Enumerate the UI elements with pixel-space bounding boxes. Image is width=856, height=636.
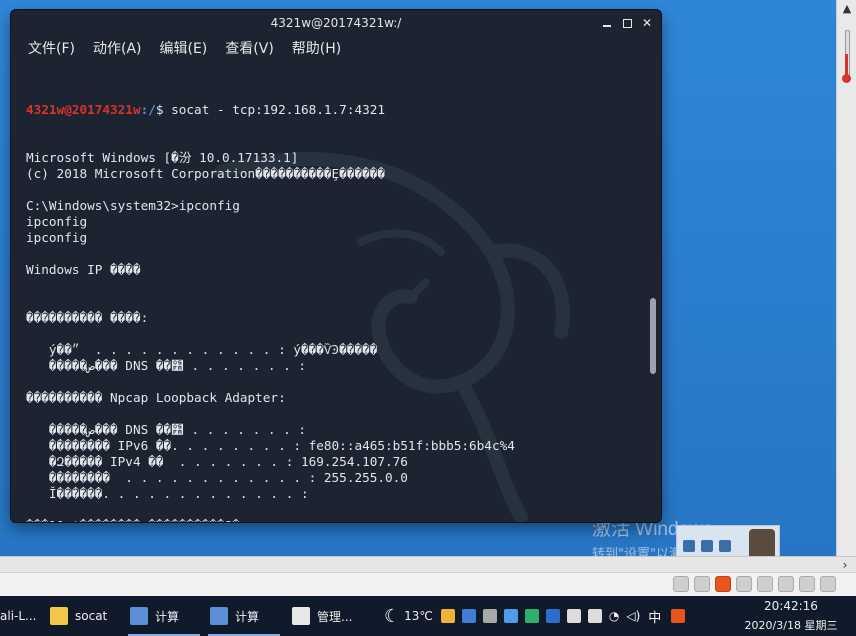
- taskbar: ali-L... socat 计算 计算 管理... ☾ 13℃ ◔ ◁) 中 …: [0, 596, 856, 636]
- usb-icon[interactable]: [566, 609, 581, 623]
- vm-status-bar: [0, 572, 856, 597]
- thermometer-icon: [842, 30, 851, 86]
- terminal-text: 4321w@20174321w:/$ socat - tcp:192.168.1…: [26, 70, 515, 522]
- task-socat[interactable]: socat: [44, 596, 124, 636]
- usb-icon[interactable]: [736, 576, 752, 592]
- system-clock[interactable]: 20:42:16 2020/3/18 星期三: [736, 596, 846, 636]
- shield-icon[interactable]: [461, 609, 476, 623]
- manage-icon: [292, 607, 310, 625]
- close-icon[interactable]: ✕: [639, 15, 655, 31]
- terminal-line: ���������� Npcap Loopback Adapter:: [26, 390, 286, 405]
- task-label: 计算: [155, 609, 180, 624]
- sogou-icon[interactable]: [671, 609, 686, 623]
- window-title: 4321w@20174321w:/: [270, 16, 402, 30]
- prompt-command: $ socat - tcp:192.168.1.7:4321: [155, 102, 386, 117]
- clock-date: 2020/3/18 星期三: [744, 619, 838, 632]
- moon-icon: ☾: [384, 605, 401, 627]
- maximize-icon[interactable]: [619, 15, 635, 31]
- terminal-line: �Զ����� IPv4 �� . . . . . . . : 169.254.…: [26, 454, 408, 469]
- terminal-line: ���������� ����:: [26, 310, 149, 325]
- terminal-line: C:\Windows\system32>ipconfig: [26, 198, 240, 213]
- terminal-line: �������� . . . . . . . . . . . . : 255.2…: [26, 470, 408, 485]
- system-tray: ☾ 13℃ ◔ ◁) 中: [384, 596, 692, 636]
- menu-edit[interactable]: 编辑(E): [151, 36, 217, 62]
- clock-time: 20:42:16: [764, 599, 818, 613]
- printer-icon[interactable]: [799, 576, 815, 592]
- menu-file[interactable]: 文件(F): [11, 36, 84, 62]
- battery-icon[interactable]: [587, 609, 602, 623]
- terminal-line: Ĭ������. . . . . . . . . . . . . :: [26, 486, 309, 501]
- tray-app-icon[interactable]: [440, 609, 455, 623]
- cd-icon[interactable]: [694, 576, 710, 592]
- chat-icon[interactable]: [820, 576, 836, 592]
- wifi-icon[interactable]: ◔: [609, 609, 619, 623]
- prompt-path: :/: [140, 102, 156, 117]
- terminal-line: (c) 2018 Microsoft Corporation����������…: [26, 166, 386, 181]
- task-kali[interactable]: ali-L...: [0, 596, 38, 636]
- task-manage[interactable]: 管理...: [286, 596, 372, 636]
- terminal-window[interactable]: 4321w@20174321w:/ ✕ 文件(F) 动作(A) 编辑(E) 查看…: [11, 10, 661, 522]
- task-computer-1[interactable]: 计算: [124, 596, 204, 636]
- bluetooth-icon[interactable]: [545, 609, 560, 623]
- terminal-line: Windows IP ����: [26, 262, 141, 277]
- qq-icon[interactable]: [524, 609, 539, 623]
- volume-icon[interactable]: ◁): [626, 609, 640, 623]
- prompt-line: 4321w@20174321w:/$ socat - tcp:192.168.1…: [26, 102, 515, 118]
- terminal-scrollbar[interactable]: [645, 62, 661, 522]
- folder-icon: [50, 607, 68, 625]
- network-icon[interactable]: [778, 576, 794, 592]
- widget-icons: [683, 540, 731, 552]
- menu-bar: 文件(F) 动作(A) 编辑(E) 查看(V) 帮助(H): [11, 36, 661, 62]
- terminal-line: ipconfig: [26, 230, 88, 245]
- terminal-output[interactable]: 4321w@20174321w:/$ socat - tcp:192.168.1…: [11, 62, 645, 522]
- computer-icon: [130, 607, 148, 625]
- terminal-line: Microsoft Windows [�汾 10.0.17133.1]: [26, 150, 299, 165]
- task-label: ali-L...: [0, 609, 37, 623]
- task-label: 管理...: [317, 609, 353, 624]
- menu-action[interactable]: 动作(A): [84, 36, 151, 62]
- terminal-line: �������� IPv6 ��. . . . . . . . : fe80::…: [26, 438, 515, 453]
- task-computer-2[interactable]: 计算: [204, 596, 284, 636]
- weather-temp[interactable]: 13℃: [404, 609, 433, 623]
- terminal-line: ý��״ . . . . . . . . . . . . : ý���ѶϿ���…: [26, 342, 378, 357]
- menu-view[interactable]: 查看(V): [216, 36, 283, 62]
- scroll-right-arrow-icon[interactable]: ›: [836, 557, 854, 573]
- task-label: 计算: [235, 609, 260, 624]
- check-icon[interactable]: [503, 609, 518, 623]
- minimize-icon[interactable]: [599, 15, 615, 31]
- task-label: socat: [75, 609, 108, 623]
- menu-help[interactable]: 帮助(H): [283, 36, 350, 62]
- disk-icon[interactable]: [673, 576, 689, 592]
- sogou-icon[interactable]: [715, 576, 731, 592]
- terminal-line: �����ض��� DNS ��׺ . . . . . . . :: [26, 422, 307, 437]
- terminal-line: ipconfig: [26, 214, 88, 229]
- terminal-line: �����ض��� DNS ��׺ . . . . . . . :: [26, 358, 307, 373]
- computer-icon: [210, 607, 228, 625]
- terminal-line: ���10 *�������� ����������ӣ�:: [26, 518, 515, 522]
- monitor-icon[interactable]: [482, 609, 497, 623]
- scroll-up-arrow-icon[interactable]: ▲: [840, 2, 854, 16]
- terminal-titlebar[interactable]: 4321w@20174321w:/ ✕: [11, 10, 661, 36]
- terminal-scroll-thumb[interactable]: [650, 298, 656, 374]
- audio-icon[interactable]: [757, 576, 773, 592]
- vm-horizontal-scrollbar[interactable]: ›: [0, 556, 856, 573]
- ime-indicator[interactable]: 中: [648, 607, 661, 626]
- prompt-user: 4321w@20174321w: [26, 102, 141, 117]
